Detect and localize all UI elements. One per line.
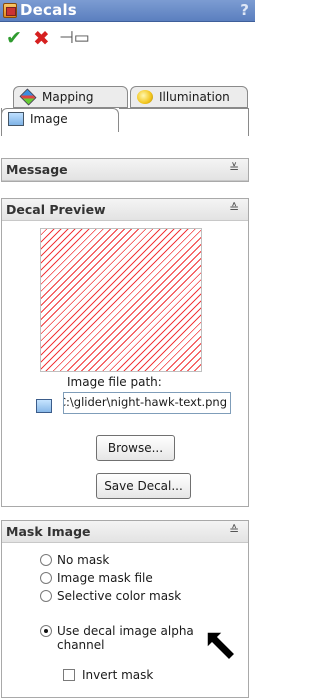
tab-border	[248, 108, 249, 136]
decal-icon	[3, 3, 17, 18]
chevron-double-down-icon[interactable]: ≚	[229, 161, 239, 175]
mapping-icon	[19, 88, 37, 106]
decal-preview-header[interactable]: Decal Preview ≙	[2, 199, 248, 221]
command-row: ✔ ✖ ⊣▭	[0, 26, 255, 54]
pushpin-button[interactable]: ⊣▭	[59, 28, 90, 48]
chevron-double-up-icon[interactable]: ≙	[229, 201, 239, 215]
radio-label-line: channel	[57, 638, 105, 652]
radio-button[interactable]	[40, 625, 52, 637]
image-path-label: Image file path:	[67, 375, 162, 389]
tab-label: Image	[30, 112, 68, 126]
decal-preview-group: Decal Preview ≙ Image file path: C:\glid…	[1, 198, 249, 507]
help-button[interactable]: ?	[240, 1, 249, 19]
radio-button[interactable]	[40, 554, 52, 566]
panel-title: Decals	[20, 1, 77, 19]
radio-label: Image mask file	[57, 571, 153, 585]
mask-image-group: Mask Image ≙ No mask Image mask file Sel…	[1, 520, 249, 698]
group-title: Mask Image	[6, 524, 91, 539]
illumination-icon	[137, 90, 153, 104]
radio-label: Selective color mask	[57, 589, 182, 603]
title-bar: Decals ?	[0, 0, 255, 22]
invert-mask-checkbox[interactable]	[63, 669, 75, 681]
chevron-double-up-icon[interactable]: ≙	[229, 523, 239, 537]
tab-mapping[interactable]: Mapping	[13, 86, 128, 108]
checkbox-label: Invert mask	[82, 668, 154, 682]
radio-button[interactable]	[40, 572, 52, 584]
radio-label: Use decal image alpha channel	[57, 624, 194, 652]
message-header[interactable]: Message ≚	[2, 159, 248, 181]
tab-illumination[interactable]: Illumination	[130, 86, 248, 108]
tab-label: Illumination	[159, 90, 230, 104]
decals-property-manager: Decals ? ✔ ✖ ⊣▭ Mapping Illumination Ima…	[0, 0, 255, 698]
mask-image-header[interactable]: Mask Image ≙	[2, 521, 248, 543]
group-title: Message	[6, 162, 68, 177]
group-title: Decal Preview	[6, 202, 106, 217]
tab-label: Mapping	[42, 90, 94, 104]
save-decal-button[interactable]: Save Decal...	[96, 473, 191, 499]
browse-button[interactable]: Browse...	[96, 435, 175, 461]
radio-button[interactable]	[40, 590, 52, 602]
tab-border	[119, 108, 249, 109]
image-file-icon	[36, 399, 52, 413]
message-group: Message ≚	[1, 158, 249, 182]
decal-preview-image	[40, 228, 202, 372]
mouse-cursor-icon	[206, 631, 237, 662]
ok-button[interactable]: ✔	[6, 27, 22, 49]
radio-label: No mask	[57, 553, 110, 567]
radio-label-line: Use decal image alpha	[57, 624, 194, 638]
image-icon	[8, 112, 24, 126]
tab-image[interactable]: Image	[1, 108, 119, 132]
image-path-field[interactable]: C:\glider\night-hawk-text.png	[63, 392, 231, 414]
cancel-button[interactable]: ✖	[33, 26, 50, 50]
